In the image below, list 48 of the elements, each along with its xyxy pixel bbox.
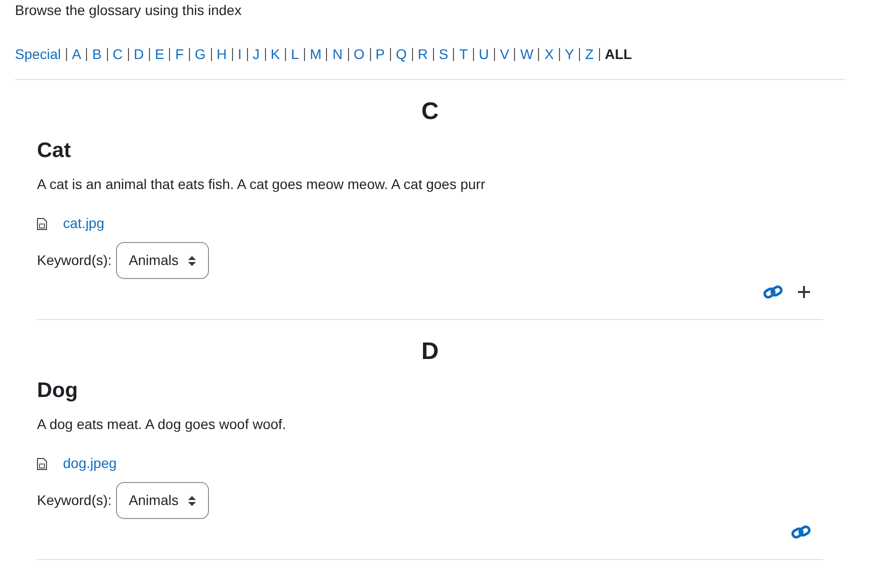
keyword-select[interactable]: Animals [116,242,210,279]
index-link[interactable]: Q [396,46,407,62]
keyword-label: Keyword(s): [37,491,112,510]
index-link[interactable]: A [72,46,82,62]
keyword-label: Keyword(s): [37,251,112,270]
intro-text: Browse the glossary using this index [15,1,242,20]
attachment-link[interactable]: dog.jpeg [63,453,117,474]
index-link[interactable]: Y [564,46,574,62]
link-icon[interactable] [791,525,811,539]
index-link[interactable]: O [354,46,364,62]
keyword-select[interactable]: Animals [116,482,210,519]
index-link[interactable]: E [154,46,164,62]
index-link[interactable]: G [194,46,206,62]
index-link[interactable]: V [500,46,510,62]
index-link[interactable]: I [238,46,242,62]
index-link[interactable]: M [310,46,322,62]
index-link[interactable]: T [459,46,468,62]
index-link[interactable]: H [216,46,227,62]
entry-definition: A cat is an animal that eats fish. A cat goes meow meow. A cat goes purr [37,175,486,194]
index-link[interactable]: S [438,46,448,62]
index-link[interactable]: J [252,46,260,62]
sort-caret-icon [188,256,196,266]
letter-heading: C [420,98,440,126]
index-link[interactable]: X [544,46,554,62]
image-file-icon [37,458,47,470]
link-icon[interactable] [763,285,783,299]
index-link[interactable]: L [291,46,299,62]
index-link[interactable]: K [270,46,280,62]
attachment-link[interactable]: cat.jpg [63,213,104,234]
index-letter: ALL [604,46,632,62]
index-link[interactable]: N [332,46,343,62]
index-link[interactable]: C [112,46,123,62]
add-icon[interactable] [797,285,811,299]
index-link[interactable]: B [92,46,102,62]
index-link[interactable]: Z [585,46,594,62]
image-file-icon [37,218,47,230]
entry-definition: A dog eats meat. A dog goes woof woof. [37,415,288,434]
index-link[interactable]: R [418,46,428,62]
index-link[interactable]: U [478,46,489,62]
index-link[interactable]: Special [15,46,61,62]
sort-caret-icon [188,496,196,506]
letter-heading: D [420,338,440,366]
index-link[interactable]: F [175,46,184,62]
entry-title: Dog [37,378,79,404]
index-link[interactable]: W [520,46,534,62]
index-link[interactable]: D [134,46,144,62]
entry-title: Cat [37,138,72,164]
index-link[interactable]: P [376,46,385,62]
